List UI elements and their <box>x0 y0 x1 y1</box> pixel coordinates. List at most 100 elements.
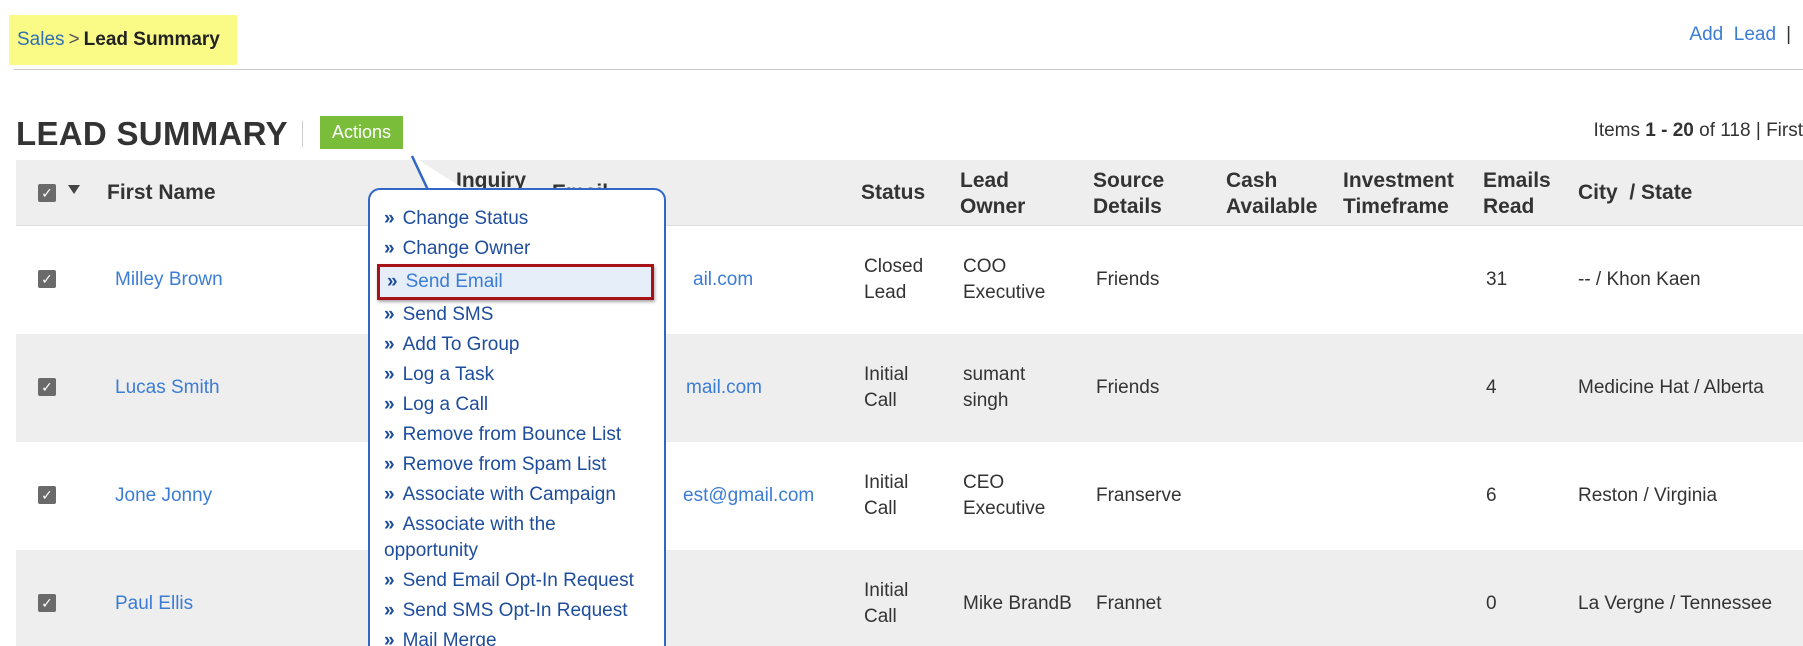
menu-item-log-call[interactable]: » Log a Call <box>370 390 664 420</box>
menu-item-sms-opt-in[interactable]: » Send SMS Opt-In Request <box>370 596 664 626</box>
menu-item-remove-spam-list[interactable]: » Remove from Spam List <box>370 450 664 480</box>
col-emails-read[interactable]: Emails Read <box>1483 168 1551 220</box>
menu-item-associate-campaign[interactable]: » Associate with Campaign <box>370 480 664 510</box>
menu-arrow-icon: » <box>384 514 395 535</box>
lead-email-link[interactable]: est@gmail.com <box>683 483 814 509</box>
top-right-links: Add Lead | <box>1689 24 1791 46</box>
lead-emails-read: 4 <box>1486 377 1497 398</box>
dropdown-pointer-icon <box>410 155 466 191</box>
menu-item-label: Associate with Campaign <box>402 484 616 505</box>
owner-line1: CEO <box>963 472 1005 493</box>
owner-line2: singh <box>963 390 1009 411</box>
col-cash-available[interactable]: Cash Available <box>1226 168 1317 220</box>
lead-owner: Mike BrandB <box>963 593 1072 614</box>
menu-item-email-opt-in[interactable]: » Send Email Opt-In Request <box>370 566 664 596</box>
col-status[interactable]: Status <box>861 180 925 206</box>
col-source-details[interactable]: Source Details <box>1093 168 1164 220</box>
top-right-divider: | <box>1786 24 1791 45</box>
lead-status: Initial Call <box>864 578 908 630</box>
col-lead-owner[interactable]: Lead Owner <box>960 168 1025 220</box>
lead-emails-read: 0 <box>1486 593 1497 614</box>
status-line2: Call <box>864 498 897 519</box>
status-line1: Initial <box>864 472 909 493</box>
select-all-checkbox[interactable]: ✓ <box>38 184 56 202</box>
status-line1: Initial <box>864 580 909 601</box>
menu-item-remove-bounce-list[interactable]: » Remove from Bounce List <box>370 420 664 450</box>
table-row: ✓ Paul Ellis Initial Call Mike BrandB Fra… <box>16 550 1803 646</box>
owner-line1: COO <box>963 256 1007 277</box>
lead-status: Initial Call <box>864 362 908 414</box>
menu-arrow-icon: » <box>384 424 395 445</box>
select-options-caret-icon[interactable] <box>68 185 80 194</box>
menu-item-send-email[interactable]: » Send Email <box>377 264 654 300</box>
row-checkbox[interactable]: ✓ <box>38 486 56 504</box>
title-separator <box>302 121 303 147</box>
menu-item-label: Mail Merge <box>402 630 497 646</box>
row-checkbox[interactable]: ✓ <box>38 594 56 612</box>
pager-range: 1 - 20 <box>1645 120 1694 141</box>
menu-item-label: Send SMS Opt-In Request <box>402 600 628 621</box>
menu-item-mail-merge[interactable]: » Mail Merge <box>370 626 664 646</box>
menu-arrow-icon: » <box>384 238 395 259</box>
lead-name-link[interactable]: Paul Ellis <box>115 591 193 617</box>
lead-source: Frannet <box>1096 593 1162 614</box>
lead-source: Friends <box>1096 269 1160 290</box>
col-lead-owner-line2: Owner <box>960 195 1026 218</box>
lead-name-link[interactable]: Lucas Smith <box>115 375 220 401</box>
menu-arrow-icon: » <box>384 208 395 229</box>
col-invest-line1: Investment <box>1343 169 1454 192</box>
menu-item-log-task[interactable]: » Log a Task <box>370 360 664 390</box>
lead-city-state: Medicine Hat / Alberta <box>1578 377 1764 398</box>
lead-email-link[interactable]: mail.com <box>686 375 762 401</box>
lead-emails-read: 31 <box>1486 269 1508 290</box>
actions-button[interactable]: Actions <box>320 116 403 149</box>
page-title: LEAD SUMMARY <box>16 115 288 152</box>
menu-item-label: Remove from Bounce List <box>402 424 622 445</box>
menu-item-change-status[interactable]: » Change Status <box>370 204 664 234</box>
actions-menu-list: » Change Status » Change Owner » Send Email… <box>370 190 664 646</box>
lead-owner: COO Executive <box>963 254 1045 306</box>
header-divider <box>14 69 1803 70</box>
col-city-state[interactable]: City / State <box>1578 180 1692 206</box>
breadcrumb-sales-link[interactable]: Sales <box>17 29 65 51</box>
row-checkbox[interactable]: ✓ <box>38 378 56 396</box>
menu-item-add-to-group[interactable]: » Add To Group <box>370 330 664 360</box>
pager-first-link[interactable]: First <box>1766 120 1803 141</box>
col-source-line2: Details <box>1093 195 1162 218</box>
add-lead-link[interactable]: Add Lead <box>1689 24 1776 46</box>
pager-of: of 118 | <box>1693 120 1767 141</box>
col-investment-timeframe[interactable]: Investment Timeframe <box>1343 168 1454 220</box>
lead-email-link[interactable]: ail.com <box>693 267 753 293</box>
col-emails-line1: Emails <box>1483 169 1551 192</box>
owner-line1: sumant <box>963 364 1026 385</box>
table-row: ✓ Lucas Smith mail.com Initial Call suman… <box>16 334 1803 442</box>
col-source-line1: Source <box>1093 169 1165 192</box>
menu-item-label: Change Status <box>402 208 529 229</box>
actions-dropdown-menu: » Change Status » Change Owner » Send Email… <box>368 188 666 646</box>
row-checkbox[interactable]: ✓ <box>38 270 56 288</box>
breadcrumb: Sales > Lead Summary <box>9 15 237 65</box>
breadcrumb-current: Lead Summary <box>83 29 220 50</box>
menu-arrow-icon: » <box>384 304 395 325</box>
menu-item-change-owner[interactable]: » Change Owner <box>370 234 664 264</box>
menu-item-label: Change Owner <box>402 238 531 259</box>
lead-name-link[interactable]: Jone Jonny <box>115 483 212 509</box>
menu-item-label-wrap: opportunity <box>384 540 479 561</box>
status-line1: Closed <box>864 256 924 277</box>
menu-arrow-icon: » <box>384 630 395 646</box>
status-line2: Lead <box>864 282 907 303</box>
lead-status: Initial Call <box>864 470 908 522</box>
col-first-name[interactable]: First Name <box>107 180 216 206</box>
lead-source: Friends <box>1096 377 1160 398</box>
col-invest-line2: Timeframe <box>1343 195 1449 218</box>
col-cash-line2: Available <box>1226 195 1318 218</box>
menu-item-label: Send Email Opt-In Request <box>402 570 634 591</box>
menu-item-associate-opportunity[interactable]: » Associate with the opportunity <box>370 510 664 566</box>
lead-name-link[interactable]: Milley Brown <box>115 267 223 293</box>
table-header: ✓ First Name Inquiry Email Status LeadOw… <box>16 160 1803 226</box>
lead-source: Franserve <box>1096 485 1182 506</box>
menu-item-label: Log a Task <box>402 364 495 385</box>
menu-item-label: Send Email <box>405 271 503 292</box>
menu-arrow-icon: » <box>384 484 395 505</box>
menu-item-send-sms[interactable]: » Send SMS <box>370 300 664 330</box>
